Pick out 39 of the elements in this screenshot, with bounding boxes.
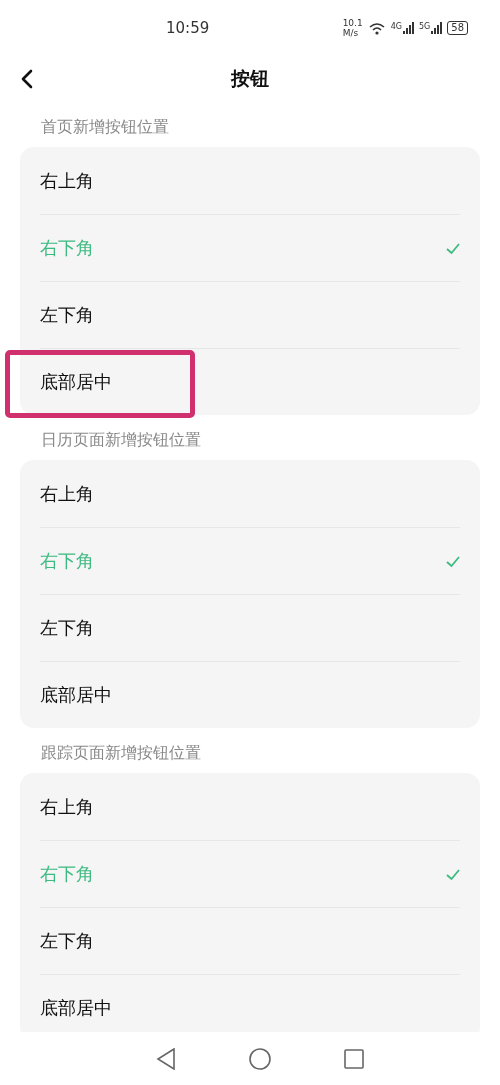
option-row[interactable]: 左下角 xyxy=(40,281,460,348)
back-icon[interactable] xyxy=(156,1047,177,1070)
status-time: 10:59 xyxy=(166,19,210,37)
signal-icon xyxy=(402,22,414,34)
option-label: 右下角 xyxy=(40,549,94,573)
option-label: 右下角 xyxy=(40,236,94,260)
wifi-icon xyxy=(367,21,386,35)
speed-value: 10.1 xyxy=(342,18,363,28)
option-row[interactable]: 左下角 xyxy=(40,907,460,974)
option-label: 右上角 xyxy=(40,794,94,819)
option-row[interactable]: 右上角 xyxy=(40,147,460,214)
page-title: 按钮 xyxy=(229,66,270,91)
network-label: 5G xyxy=(418,22,431,31)
option-row[interactable]: 底部居中 xyxy=(40,661,460,728)
home-icon[interactable] xyxy=(249,1047,271,1070)
recents-icon[interactable] xyxy=(343,1048,364,1069)
checkmark-icon xyxy=(446,554,460,568)
signal-icon xyxy=(431,22,443,34)
option-row[interactable]: 右上角 xyxy=(40,460,460,527)
network-label: 4G xyxy=(390,22,402,31)
battery-level: 58 xyxy=(447,21,468,35)
option-label: 左下角 xyxy=(40,303,94,327)
option-label: 左下角 xyxy=(40,929,94,953)
option-label: 底部居中 xyxy=(40,996,112,1020)
option-label: 底部居中 xyxy=(40,370,112,394)
speed-unit: M/s xyxy=(342,28,360,38)
option-label: 右上角 xyxy=(40,481,94,506)
option-label: 左下角 xyxy=(40,616,94,640)
option-label: 右下角 xyxy=(40,862,94,886)
section-label: 日历页面新增按钮位置 xyxy=(40,429,202,451)
option-row[interactable]: 左下角 xyxy=(40,594,460,661)
option-label: 右上角 xyxy=(40,168,94,193)
checkmark-icon xyxy=(446,867,460,881)
option-row[interactable]: 右上角 xyxy=(40,773,460,840)
section-label: 跟踪页面新增按钮位置 xyxy=(40,742,202,764)
option-label: 底部居中 xyxy=(40,683,112,707)
section-label: 首页新增按钮位置 xyxy=(40,116,170,138)
checkmark-icon xyxy=(446,241,460,255)
option-row[interactable]: 底部居中 xyxy=(40,348,460,415)
